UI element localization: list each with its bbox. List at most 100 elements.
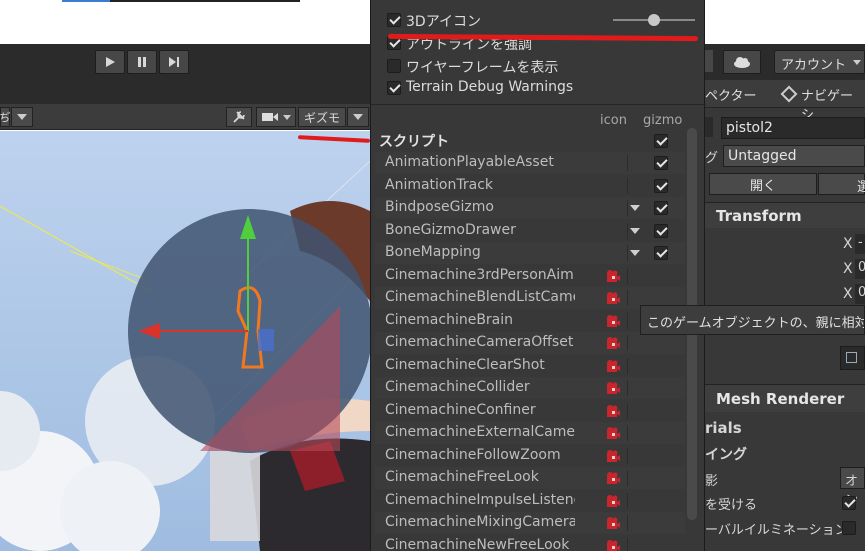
position-x-field[interactable]: - bbox=[855, 234, 865, 254]
list-item[interactable]: CinemachineConfiner bbox=[375, 399, 685, 422]
list-item[interactable]: CinemachineMixingCamera bbox=[375, 512, 685, 534]
slider-thumb[interactable] bbox=[648, 14, 660, 26]
list-item[interactable]: CinemachineBrain bbox=[375, 309, 685, 332]
list-item[interactable]: BoneMapping bbox=[375, 242, 685, 264]
gizmo-checkbox[interactable] bbox=[654, 201, 668, 215]
cinemachine-camera-icon[interactable] bbox=[605, 336, 621, 350]
gizmo-label: ギズモ bbox=[303, 110, 340, 125]
cinemachine-camera-icon[interactable] bbox=[605, 381, 621, 395]
play-button[interactable] bbox=[95, 50, 125, 74]
tag-label: グ bbox=[705, 151, 719, 166]
list-item[interactable]: CinemachineCameraOffset bbox=[375, 332, 685, 354]
navigation-icon bbox=[780, 85, 798, 103]
list-item-name: AnimationPlayableAsset bbox=[385, 154, 554, 170]
column-separator bbox=[627, 537, 628, 551]
step-button[interactable] bbox=[159, 50, 189, 74]
list-item[interactable]: AnimationTrack bbox=[375, 174, 685, 197]
column-separator bbox=[627, 267, 628, 284]
transform-header[interactable]: Transform bbox=[705, 202, 865, 228]
play-controls bbox=[95, 50, 191, 74]
gizmo-dropdown-button[interactable] bbox=[347, 107, 369, 127]
camera-button[interactable] bbox=[256, 107, 296, 127]
tools-icon bbox=[233, 111, 245, 123]
option-checkbox[interactable] bbox=[387, 59, 401, 73]
toolbar-button-edge[interactable] bbox=[705, 50, 713, 72]
cinemachine-camera-icon[interactable] bbox=[605, 291, 621, 305]
cinemachine-camera-icon[interactable] bbox=[605, 404, 621, 418]
tag-dropdown[interactable]: Untagged bbox=[723, 145, 865, 167]
chevron-down-icon[interactable] bbox=[630, 227, 640, 234]
mesh-filter-field[interactable] bbox=[840, 346, 865, 370]
column-separator bbox=[627, 402, 628, 419]
cinemachine-camera-icon[interactable] bbox=[605, 516, 621, 530]
chevron-down-icon[interactable] bbox=[630, 205, 640, 211]
list-item[interactable]: BindposeGizmo bbox=[375, 197, 685, 219]
list-item-name: CinemachineFollowZoom bbox=[385, 446, 561, 463]
shading-mode-button[interactable]: ぢ bbox=[0, 107, 11, 127]
object-name-field[interactable]: pistol2 bbox=[721, 117, 865, 139]
open-button-label: 開く bbox=[749, 178, 776, 194]
tab-inspector[interactable]: ペクター bbox=[705, 85, 756, 104]
cinemachine-camera-icon[interactable] bbox=[605, 426, 621, 440]
cinemachine-camera-icon[interactable] bbox=[605, 269, 621, 283]
icon-size-slider[interactable] bbox=[613, 13, 695, 27]
tools-button[interactable] bbox=[226, 107, 252, 127]
list-item[interactable]: CinemachineNewFreeLook bbox=[375, 534, 685, 551]
active-toggle[interactable] bbox=[705, 117, 713, 137]
receive-shadows-checkbox[interactable] bbox=[842, 496, 856, 510]
section-gizmo-checkbox[interactable] bbox=[654, 134, 668, 148]
gizmo-checkbox[interactable] bbox=[654, 156, 668, 170]
contribute-gi-checkbox[interactable] bbox=[842, 521, 856, 535]
scene-view[interactable] bbox=[0, 131, 370, 551]
gizmo-checkbox[interactable] bbox=[654, 246, 668, 260]
gizmo-checkbox[interactable] bbox=[654, 223, 668, 238]
mesh-renderer-header[interactable]: Mesh Renderer bbox=[705, 384, 865, 412]
list-item-name: BoneMapping bbox=[385, 244, 481, 260]
cloud-icon bbox=[734, 57, 750, 68]
chevron-down-icon[interactable] bbox=[630, 250, 640, 256]
list-item[interactable]: CinemachineBlendListCamera bbox=[375, 287, 685, 309]
list-item[interactable]: AnimationPlayableAsset bbox=[375, 152, 685, 174]
option-label: ワイヤーフレームを表示 bbox=[406, 60, 559, 76]
pause-button[interactable] bbox=[127, 50, 157, 74]
option-checkbox[interactable] bbox=[387, 13, 401, 27]
list-item[interactable]: CinemachineCollider bbox=[375, 377, 685, 399]
rotation-x-value: 0 bbox=[858, 260, 865, 275]
scale-x-field[interactable]: 0 bbox=[855, 284, 865, 304]
cinemachine-camera-icon[interactable] bbox=[605, 314, 621, 328]
gizmo-checkbox[interactable] bbox=[654, 178, 668, 193]
rotation-x-field[interactable]: 0 bbox=[855, 259, 865, 279]
list-item[interactable]: CinemachineClearShot bbox=[375, 354, 685, 377]
section-title: スクリプト bbox=[379, 134, 449, 150]
cloud-button[interactable] bbox=[723, 50, 761, 74]
cast-shadows-dropdown[interactable]: オン bbox=[840, 467, 865, 508]
gizmo-popup: 3Dアイコン アウトラインを強調 ワイヤーフレームを表示 Terrain Debug … bbox=[370, 0, 706, 551]
transform-title: Transform bbox=[716, 207, 802, 225]
top-tab-indicator bbox=[62, 0, 110, 2]
cinemachine-camera-icon[interactable] bbox=[605, 539, 621, 551]
cinemachine-camera-icon[interactable] bbox=[605, 494, 621, 508]
scale-x-label: X bbox=[843, 286, 853, 302]
top-divider bbox=[110, 0, 300, 2]
rotation-x-label: X bbox=[843, 261, 853, 277]
shading-dropdown-button[interactable] bbox=[11, 107, 33, 127]
list-item[interactable]: CinemachineExternalCamera bbox=[375, 422, 685, 444]
list-item[interactable]: Cinemachine3rdPersonAim bbox=[375, 264, 685, 287]
select-button[interactable]: 選 bbox=[818, 173, 865, 195]
column-separator bbox=[627, 245, 628, 261]
open-button[interactable]: 開く bbox=[709, 173, 817, 195]
gizmo-button[interactable]: ギズモ bbox=[298, 107, 346, 127]
list-item[interactable]: CinemachineFreeLook bbox=[375, 467, 685, 489]
list-item[interactable]: CinemachineImpulseListener bbox=[375, 489, 685, 512]
option-checkbox[interactable] bbox=[387, 81, 401, 95]
list-item[interactable]: BoneGizmoDrawer bbox=[375, 219, 685, 242]
account-dropdown[interactable]: アカウント bbox=[774, 50, 865, 74]
column-separator bbox=[627, 290, 628, 306]
list-item-name: Cinemachine3rdPersonAim bbox=[385, 266, 574, 283]
cinemachine-camera-icon[interactable] bbox=[605, 471, 621, 485]
mesh-icon bbox=[846, 352, 857, 363]
cinemachine-camera-icon[interactable] bbox=[605, 449, 621, 463]
cinemachine-camera-icon[interactable] bbox=[605, 359, 621, 373]
list-item[interactable]: CinemachineFollowZoom bbox=[375, 444, 685, 467]
column-separator bbox=[627, 380, 628, 396]
